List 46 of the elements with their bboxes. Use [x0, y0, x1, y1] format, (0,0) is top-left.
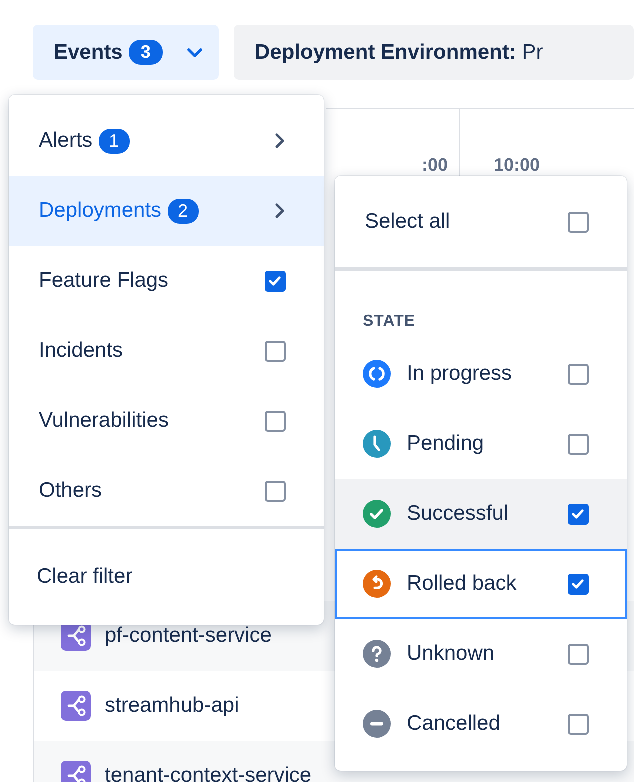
checkbox[interactable]	[568, 644, 589, 664]
menu-item[interactable]: Cancelled	[335, 689, 627, 759]
section-heading: STATE	[362, 312, 417, 332]
checkbox[interactable]	[568, 212, 589, 232]
menu-item[interactable]: Select all	[335, 187, 627, 257]
environment-filter-button[interactable]: Deployment Environment: Pr	[234, 25, 634, 80]
count-badge: 3	[128, 40, 163, 65]
checkbox[interactable]	[568, 434, 589, 454]
menu-item[interactable]: Feature Flags	[9, 246, 324, 316]
chevron-down-icon	[186, 48, 203, 58]
menu-item[interactable]: Incidents	[9, 316, 324, 386]
chevron-right-icon	[274, 203, 286, 219]
question-icon	[363, 640, 391, 668]
time-label: :00	[422, 155, 448, 176]
checkbox[interactable]	[265, 480, 286, 502]
in-progress-icon	[363, 360, 391, 388]
menu-item[interactable]: Alerts 1	[9, 106, 324, 176]
checkbox[interactable]	[568, 504, 589, 524]
menu-item[interactable]: In progress	[335, 339, 627, 409]
menu-item[interactable]: Pending	[335, 409, 627, 479]
checkbox[interactable]	[568, 714, 589, 734]
service-name: streamhub-api	[105, 694, 240, 718]
menu-item[interactable]: Successful	[335, 479, 627, 549]
service-icon	[61, 691, 91, 721]
checkbox[interactable]	[568, 574, 589, 594]
checkbox[interactable]	[568, 364, 589, 384]
count-badge: 1	[98, 128, 130, 154]
menu-item[interactable]: Deployments 2	[9, 176, 324, 246]
menu-item[interactable]: Others	[9, 456, 324, 526]
chevron-right-icon	[274, 133, 286, 149]
menu-item[interactable]: Rolled back	[335, 549, 627, 619]
service-name: pf-content-service	[105, 624, 272, 648]
clock-icon	[363, 430, 391, 458]
checkbox[interactable]	[265, 410, 286, 432]
count-badge: 2	[168, 198, 199, 224]
checkbox[interactable]	[265, 340, 286, 362]
undo-icon	[363, 570, 391, 598]
check-circle-icon	[363, 500, 391, 528]
service-name: tenant-context-service	[105, 764, 312, 782]
minus-circle-icon	[363, 710, 391, 738]
menu-item[interactable]: Unknown	[335, 619, 627, 689]
events-filter-button[interactable]: Events 3	[33, 25, 219, 80]
time-label: 10:00	[494, 155, 540, 176]
checkbox[interactable]	[265, 270, 286, 292]
clear-filter-button[interactable]: Clear filter	[9, 529, 324, 625]
menu-item[interactable]: Vulnerabilities	[9, 386, 324, 456]
